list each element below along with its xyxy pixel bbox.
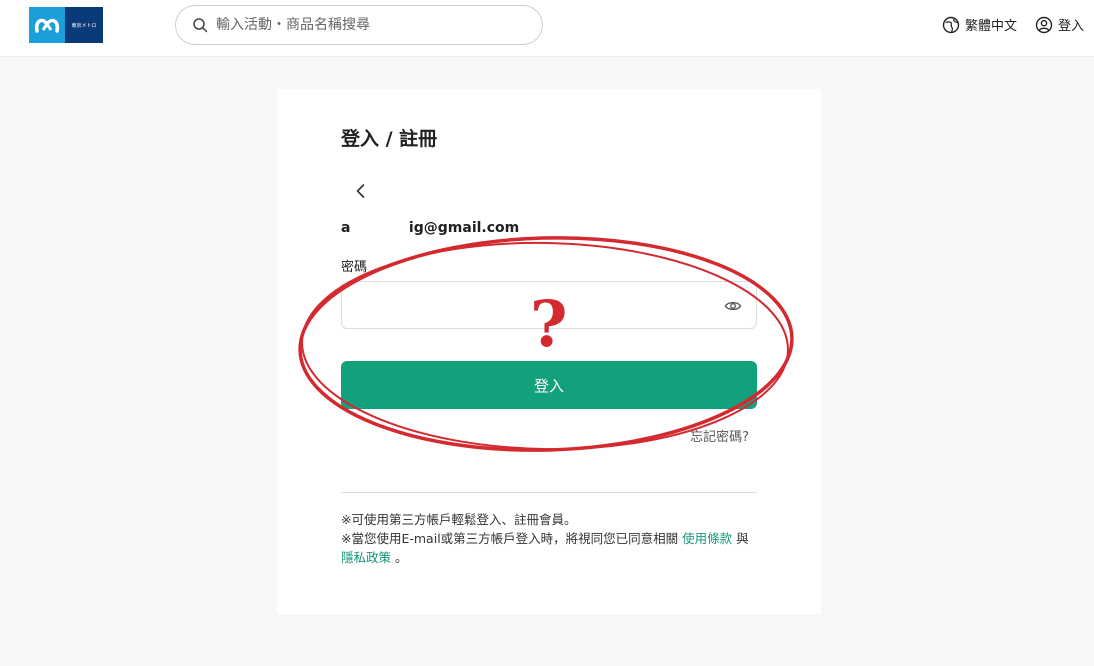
email-display: a ig@gmail.com <box>341 220 520 236</box>
language-label: 繁體中文 <box>964 19 1017 34</box>
question-mark-annotation: ? <box>530 287 568 362</box>
header-actions: 繁體中文 登入 <box>942 15 1084 34</box>
terms-link[interactable]: 使用條款 <box>682 531 732 546</box>
agreement-note: ※當您使用E-mail或第三方帳戶登入時，將視同您已同意相關 使用條款 與 隱私… <box>341 529 757 567</box>
privacy-policy-link[interactable]: 隱私政策 <box>341 550 391 565</box>
eye-icon[interactable] <box>724 297 742 315</box>
page-title: 登入 / 註冊 <box>341 128 438 150</box>
metro-m-icon <box>29 7 65 43</box>
terms-notes: ※可使用第三方帳戶輕鬆登入、註冊會員。 ※當您使用E-mail或第三方帳戶登入時… <box>341 510 757 567</box>
tokyo-metro-logo[interactable]: 東京メトロ <box>29 7 103 43</box>
login-label: 登入 <box>1057 19 1084 34</box>
user-icon <box>1035 16 1053 33</box>
search-input[interactable] <box>216 17 516 33</box>
search-bar[interactable] <box>175 5 543 45</box>
third-party-note: ※可使用第三方帳戶輕鬆登入、註冊會員。 <box>341 512 577 527</box>
globe-icon <box>942 16 960 33</box>
forgot-password-link[interactable]: 忘記密碼? <box>690 426 749 445</box>
back-arrow-icon[interactable] <box>351 181 371 201</box>
divider <box>341 492 757 493</box>
agreement-text: ※當您使用E-mail或第三方帳戶登入時，將視同您已同意相關 <box>341 531 683 546</box>
password-input[interactable] <box>342 282 702 328</box>
password-label: 密碼 <box>341 260 368 275</box>
login-button[interactable]: 登入 <box>341 361 757 409</box>
period-text: 。 <box>391 550 408 565</box>
search-icon <box>193 18 208 33</box>
language-selector[interactable]: 繁體中文 <box>942 15 1017 34</box>
logo-wordmark: 東京メトロ <box>65 7 103 43</box>
conjunction-text: 與 <box>732 531 749 546</box>
top-header: 東京メトロ 繁體中文 登入 <box>0 0 1094 57</box>
header-login-button[interactable]: 登入 <box>1035 15 1084 34</box>
